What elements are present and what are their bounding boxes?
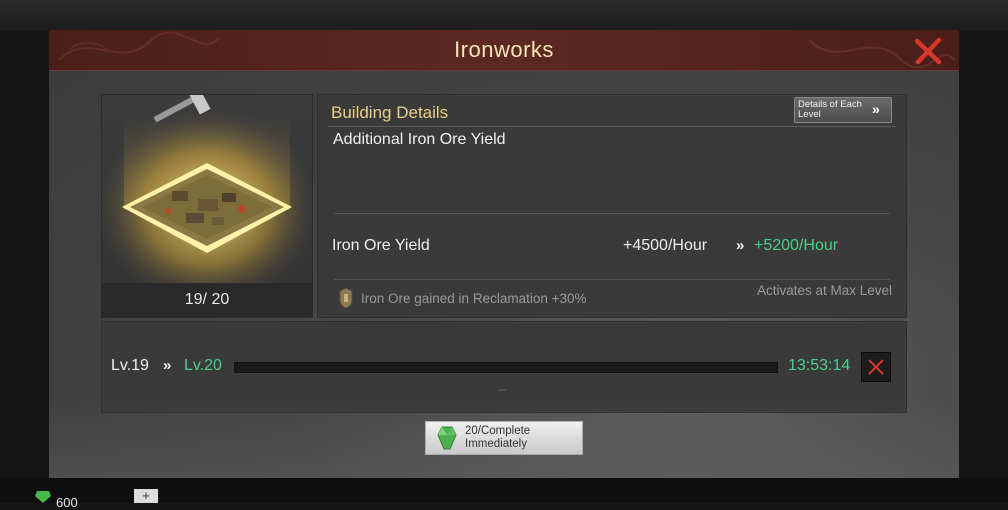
details-of-each-level-button[interactable]: Details of Each Level »: [794, 97, 892, 123]
max-level-note: Activates at Max Level: [756, 283, 892, 298]
bonus-description: Iron Ore gained in Reclamation +30%: [361, 291, 587, 306]
dialog-header: Ironworks: [49, 30, 959, 71]
building-level-text: 19/ 20: [102, 283, 312, 317]
ironworks-building-image: [102, 95, 312, 283]
complete-immediately-button[interactable]: 20/Complete Immediately: [425, 421, 583, 455]
details-of-each-level-label: Details of Each Level: [798, 99, 862, 120]
upgrade-progress-bar: [234, 362, 778, 373]
stat-current-value: +4500/Hour: [623, 237, 708, 254]
current-level-label: Lv.19: [111, 357, 149, 374]
complete-cost-text: 20/Complete: [465, 425, 531, 437]
close-icon[interactable]: [913, 36, 943, 66]
top-backdrop: [0, 0, 1008, 30]
cancel-upgrade-button[interactable]: [861, 352, 891, 382]
close-icon[interactable]: [862, 353, 890, 381]
bonus-divider: [334, 279, 890, 280]
building-details-title: Building Details: [331, 103, 449, 122]
next-level-label: Lv.20: [184, 357, 222, 374]
upgrade-timer: 13:53:14: [788, 357, 851, 374]
building-preview-panel: 19/ 20: [101, 94, 313, 318]
ironworks-dialog: Ironworks 19/ 20 Building Details Detail…: [49, 30, 959, 478]
complete-immediately-label: 20/Complete Immediately: [465, 425, 530, 451]
stat-name: Iron Ore Yield: [332, 237, 430, 254]
chevron-double-right-icon: »: [163, 357, 172, 374]
details-divider: [328, 126, 896, 127]
upgrade-progress-panel: Lv.19 » Lv.20 13:53:14 --: [101, 321, 907, 413]
green-gem-icon: [437, 426, 457, 450]
dialog-title: Ironworks: [454, 37, 554, 62]
stat-next-value: +5200/Hour: [754, 237, 839, 254]
upgrade-subtext: --: [498, 382, 506, 396]
complete-action-text: Immediately: [465, 438, 527, 450]
chevron-double-right-icon: »: [736, 237, 745, 254]
chevron-double-right-icon: »: [872, 101, 880, 117]
add-gems-button[interactable]: +: [134, 489, 158, 503]
close-button[interactable]: [913, 36, 943, 66]
stat-divider: [334, 213, 890, 214]
building-description: Additional Iron Ore Yield: [333, 131, 506, 148]
green-gem-icon: [35, 491, 51, 503]
building-details-panel: Building Details Details of Each Level »…: [317, 94, 907, 318]
reclamation-bonus-icon: [339, 287, 353, 309]
